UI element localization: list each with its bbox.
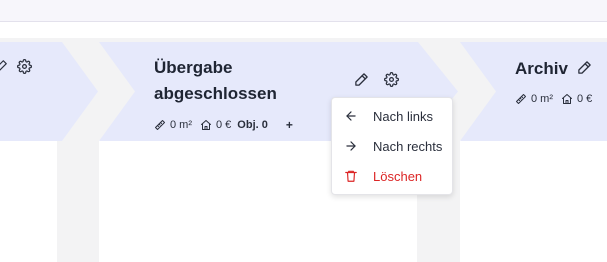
area-value: 0 m²: [531, 93, 553, 105]
menu-item-move-right[interactable]: Nach rechts: [332, 131, 452, 161]
ruler-icon: [154, 119, 166, 131]
column-title-archiv: Archiv: [515, 59, 568, 78]
column-title-uebergabe: Übergabe abgeschlossen: [154, 55, 277, 107]
arrow-right-icon: [344, 139, 358, 153]
column-stats-archiv: 0 m² 0 €: [515, 93, 592, 105]
column-title-line-2: abgeschlossen: [154, 84, 277, 103]
arrow-left-icon: [344, 109, 358, 123]
ruler-icon: [515, 93, 527, 105]
object-count: Obj. 0: [237, 119, 268, 131]
area-value: 0 m²: [170, 119, 192, 131]
menu-item-delete[interactable]: Löschen: [332, 161, 452, 191]
menu-item-label: Nach links: [373, 108, 433, 124]
menu-item-label: Nach rechts: [373, 138, 443, 154]
pencil-icon[interactable]: [352, 70, 370, 88]
add-object-button[interactable]: +: [286, 118, 293, 132]
gear-icon[interactable]: [382, 70, 400, 88]
column-body-archiv: [460, 140, 607, 262]
top-bar: [0, 0, 607, 22]
column-left-edit-icon[interactable]: [0, 57, 10, 75]
menu-item-move-left[interactable]: Nach links: [332, 101, 452, 131]
gear-icon[interactable]: [15, 57, 33, 75]
board-top-band: [0, 22, 607, 38]
trash-icon: [344, 169, 358, 183]
house-icon: [561, 93, 573, 105]
menu-item-label: Löschen: [373, 168, 423, 184]
column-context-menu: Nach links Nach rechts Löschen: [331, 97, 453, 195]
price-value: 0 €: [216, 119, 232, 131]
column-body-left: [0, 140, 57, 262]
column-stats-uebergabe: 0 m² 0 € Obj. 0 +: [154, 118, 293, 132]
price-value: 0 €: [577, 93, 593, 105]
house-icon: [200, 119, 212, 131]
column-title-line-1: Übergabe: [154, 58, 233, 77]
pencil-icon[interactable]: [575, 58, 593, 76]
